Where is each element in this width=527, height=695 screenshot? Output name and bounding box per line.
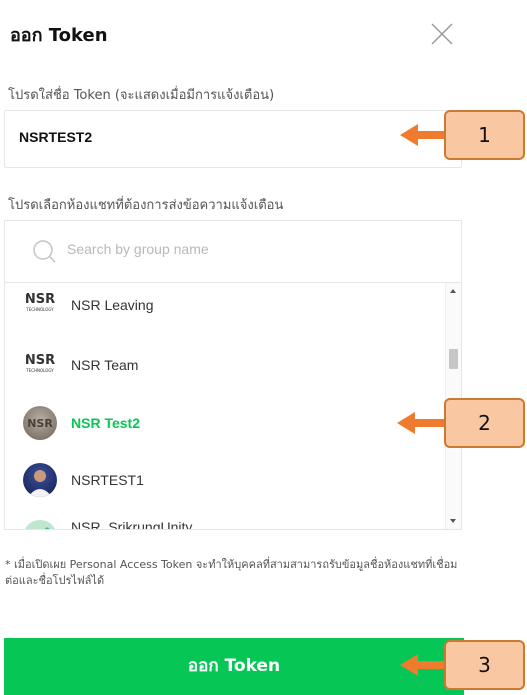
- person-photo-avatar: [23, 463, 57, 497]
- chat-room-item[interactable]: NSR TECHNOLOGY NSR Leaving: [5, 283, 445, 336]
- callout-box: 1: [444, 110, 525, 160]
- scroll-up-arrow-icon[interactable]: [450, 289, 456, 293]
- chat-room-list[interactable]: NSR TECHNOLOGY NSR Leaving NSR TECHNOLOG…: [4, 282, 462, 530]
- svg-text:NSR: NSR: [25, 353, 55, 368]
- svg-text:TECHNOLOGY: TECHNOLOGY: [25, 307, 54, 312]
- chat-room-item-selected[interactable]: NSR NSR Test2: [5, 395, 445, 451]
- chat-room-item[interactable]: NSR TECHNOLOGY NSR Team: [5, 337, 445, 393]
- chat-room-name: NSR_SrikrungUnity: [71, 519, 193, 530]
- svg-text:NSR: NSR: [25, 292, 55, 307]
- dialog-title: ออก Token: [10, 25, 108, 46]
- privacy-note: * เมื่อเปิดเผย Personal Access Token จะท…: [5, 558, 458, 587]
- svg-text:TECHNOLOGY: TECHNOLOGY: [25, 368, 54, 373]
- chat-room-item[interactable]: NSRTEST1: [5, 452, 445, 508]
- nsr-technology-logo-icon: NSR TECHNOLOGY: [23, 348, 57, 382]
- leaf-pattern-avatar: [23, 520, 57, 529]
- token-name-field[interactable]: [4, 110, 462, 168]
- token-name-label: โปรดใส่ชื่อ Token (จะแสดงเมื่อมีการแจ้งเ…: [8, 88, 275, 103]
- scroll-thumb[interactable]: [449, 349, 458, 369]
- chat-room-item[interactable]: NSR_SrikrungUnity: [5, 509, 445, 530]
- callout-arrow-icon: [400, 124, 448, 146]
- group-search-input[interactable]: [67, 241, 447, 257]
- chat-room-name: NSR Test2: [71, 415, 140, 431]
- svg-text:NSR: NSR: [27, 417, 53, 430]
- nsr-technology-logo-icon: NSR TECHNOLOGY: [23, 287, 57, 321]
- callout-box: 2: [444, 398, 525, 448]
- search-icon: [33, 240, 56, 263]
- nsr-photo-avatar: NSR: [23, 406, 57, 440]
- group-search-box[interactable]: [4, 220, 462, 282]
- token-name-input[interactable]: [19, 129, 439, 145]
- callout-arrow-icon: [397, 412, 447, 434]
- callout-box: 3: [444, 640, 525, 690]
- chat-room-name: NSR Leaving: [71, 297, 154, 313]
- close-x-icon[interactable]: [430, 22, 454, 46]
- chat-room-label: โปรดเลือกห้องแชทที่ต้องการส่งข้อความแจ้ง…: [8, 198, 284, 213]
- chat-room-name: NSRTEST1: [71, 472, 144, 488]
- chat-room-name: NSR Team: [71, 357, 139, 373]
- issue-token-button[interactable]: ออก Token: [4, 638, 464, 695]
- scroll-down-arrow-icon[interactable]: [450, 519, 456, 523]
- callout-arrow-icon: [400, 654, 448, 676]
